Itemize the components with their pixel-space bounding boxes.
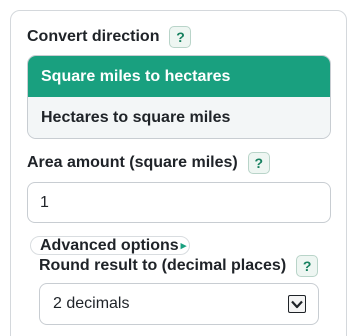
direction-help-button[interactable]: ?	[169, 26, 192, 48]
amount-label-row: Area amount (square miles) ?	[27, 152, 270, 174]
round-help-button[interactable]: ?	[296, 255, 319, 277]
area-amount-input[interactable]: 1	[27, 182, 331, 223]
chevron-down-icon	[288, 295, 306, 313]
amount-help-button[interactable]: ?	[247, 152, 270, 174]
direction-toggle-group: Square miles to hectares Hectares to squ…	[27, 55, 331, 139]
option-square-miles-to-hectares[interactable]: Square miles to hectares	[28, 56, 330, 97]
advanced-options-toggle[interactable]: Advanced options ▸	[30, 236, 190, 255]
option-hectares-to-square-miles[interactable]: Hectares to square miles	[28, 97, 330, 138]
disclosure-arrow-icon: ▸	[180, 240, 187, 252]
direction-label: Convert direction	[27, 28, 160, 45]
direction-label-row: Convert direction ?	[27, 26, 192, 48]
round-decimals-select[interactable]: 2 decimals	[39, 283, 319, 325]
advanced-options-label: Advanced options	[40, 236, 179, 254]
round-label: Round result to (decimal places)	[39, 257, 287, 274]
amount-label: Area amount (square miles)	[27, 154, 238, 171]
round-label-row: Round result to (decimal places) ?	[39, 255, 319, 277]
round-selected-value: 2 decimals	[53, 295, 130, 312]
